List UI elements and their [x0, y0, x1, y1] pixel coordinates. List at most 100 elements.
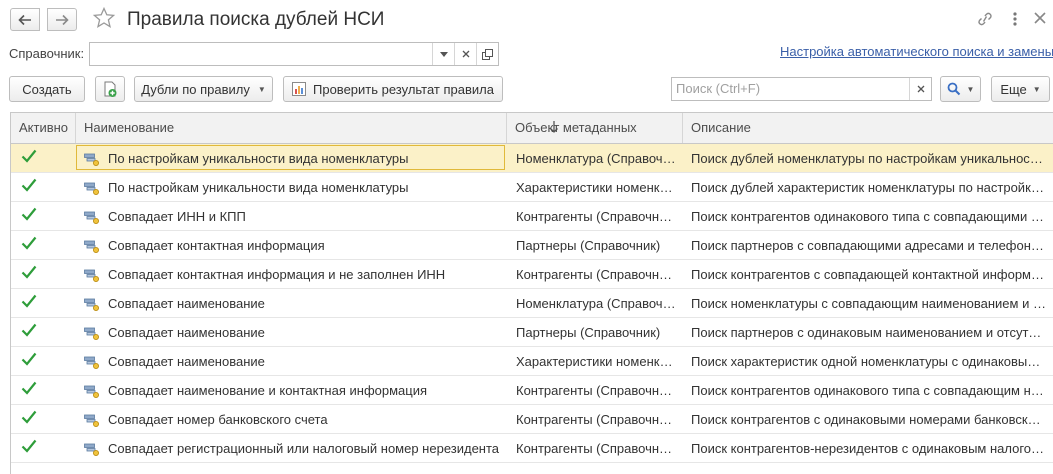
- cell-active[interactable]: [11, 347, 76, 376]
- cell-name[interactable]: Совпадает ИНН и КПП: [108, 202, 503, 231]
- search-field[interactable]: Поиск (Ctrl+F): [671, 77, 932, 101]
- cell-active[interactable]: [11, 405, 76, 434]
- cell-description[interactable]: Поиск партнеров с одинаковым наименовани…: [691, 318, 1046, 347]
- chevron-down-icon: ▼: [257, 84, 266, 94]
- check-rule-result-label: Проверить результат правила: [313, 81, 494, 97]
- cell-description[interactable]: Поиск контрагентов-нерезидентов с одинак…: [691, 434, 1046, 463]
- cell-active[interactable]: [11, 318, 76, 347]
- cell-active[interactable]: [11, 144, 76, 173]
- table-row[interactable]: Совпадает ИНН и КПП Контрагенты (Справочн…: [11, 202, 1053, 231]
- table-row[interactable]: Совпадает контактная информация Партнеры …: [11, 231, 1053, 260]
- cell-object[interactable]: Контрагенты (Справочник): [516, 376, 676, 405]
- cell-active[interactable]: [11, 173, 76, 202]
- favorite-star-button[interactable]: [92, 6, 116, 33]
- cell-active[interactable]: [11, 231, 76, 260]
- catalog-input[interactable]: [90, 43, 432, 65]
- rules-table[interactable]: Активно Наименование Объект метаданных О…: [10, 112, 1053, 474]
- column-header-active[interactable]: Активно: [11, 113, 76, 143]
- cell-active[interactable]: [11, 434, 76, 463]
- table-row[interactable]: Совпадает наименование Характеристики ном…: [11, 347, 1053, 376]
- cell-description[interactable]: Поиск контрагентов с совпадающей контакт…: [691, 260, 1046, 289]
- table-row[interactable]: Совпадает наименование Партнеры (Справочн…: [11, 318, 1053, 347]
- checkmark-icon: [21, 323, 37, 337]
- search-clear-button[interactable]: [909, 78, 931, 100]
- checkmark-icon: [21, 207, 37, 221]
- cell-name[interactable]: По настройкам уникальности вида номенкла…: [108, 144, 503, 173]
- table-row[interactable]: По настройкам уникальности вида номенкла…: [11, 144, 1053, 173]
- create-button[interactable]: Создать: [9, 76, 85, 102]
- arrow-right-icon: [56, 14, 69, 25]
- more-button[interactable]: Еще ▼: [991, 76, 1050, 102]
- cell-description[interactable]: Поиск дублей номенклатуры по настройкам …: [691, 144, 1046, 173]
- column-header-name[interactable]: Наименование: [76, 113, 558, 143]
- chevron-down-icon: ▼: [1032, 84, 1041, 94]
- chevron-down-icon: ▼: [966, 84, 975, 94]
- close-icon: [1034, 12, 1046, 24]
- table-row[interactable]: Совпадает наименование Номенклатура (Спра…: [11, 289, 1053, 318]
- create-copy-button[interactable]: [95, 76, 125, 102]
- cell-description[interactable]: Поиск партнеров с совпадающими адресами …: [691, 231, 1046, 260]
- more-actions-button[interactable]: [1010, 10, 1020, 28]
- open-window-icon: [482, 48, 493, 60]
- cell-object[interactable]: Характеристики номенклатуры (Справочник): [516, 347, 676, 376]
- cell-name[interactable]: Совпадает регистрационный или налоговый …: [108, 434, 503, 463]
- close-icon: [462, 50, 469, 58]
- cell-object[interactable]: Контрагенты (Справочник): [516, 202, 676, 231]
- catalog-field[interactable]: [89, 42, 499, 66]
- back-button[interactable]: [10, 8, 40, 31]
- column-header-description[interactable]: Описание: [683, 113, 1053, 143]
- cell-name[interactable]: Совпадает контактная информация и не зап…: [108, 260, 503, 289]
- check-rule-result-button[interactable]: Проверить результат правила: [283, 76, 503, 102]
- cell-object[interactable]: Контрагенты (Справочник): [516, 434, 676, 463]
- column-header-object[interactable]: Объект метаданных: [507, 113, 683, 143]
- catalog-dropdown-button[interactable]: [432, 43, 454, 65]
- checkmark-icon: [21, 439, 37, 453]
- cell-name[interactable]: По настройкам уникальности вида номенкла…: [108, 173, 503, 202]
- cell-description[interactable]: Поиск контрагентов одинакового типа с со…: [691, 202, 1046, 231]
- duplicate-rule-icon: [84, 356, 99, 369]
- cell-name[interactable]: Совпадает наименование и контактная инфо…: [108, 376, 503, 405]
- search-input[interactable]: Поиск (Ctrl+F): [672, 78, 909, 100]
- cell-name[interactable]: Совпадает наименование: [108, 318, 503, 347]
- cell-description[interactable]: Поиск номенклатуры с совпадающим наимено…: [691, 289, 1046, 318]
- cell-object[interactable]: Партнеры (Справочник): [516, 231, 676, 260]
- duplicates-by-rule-button[interactable]: Дубли по правилу ▼: [134, 76, 273, 102]
- cell-object[interactable]: Номенклатура (Справочник): [516, 144, 676, 173]
- duplicate-rule-icon: [84, 443, 99, 456]
- cell-description[interactable]: Поиск контрагентов одинакового типа с со…: [691, 376, 1046, 405]
- cell-name[interactable]: Совпадает наименование: [108, 289, 503, 318]
- search-options-button[interactable]: ▼: [940, 76, 981, 102]
- column-header-name-label: Наименование: [84, 120, 175, 135]
- forward-button[interactable]: [47, 8, 77, 31]
- cell-description[interactable]: Поиск характеристик одной номенклатуры с…: [691, 347, 1046, 376]
- cell-active[interactable]: [11, 260, 76, 289]
- star-icon: [92, 6, 116, 28]
- cell-object[interactable]: Характеристики номенклатуры (Справочник): [516, 173, 676, 202]
- checkmark-icon: [21, 236, 37, 250]
- cell-description[interactable]: Поиск контрагентов с одинаковыми номерам…: [691, 405, 1046, 434]
- cell-object[interactable]: Контрагенты (Справочник): [516, 405, 676, 434]
- cell-name[interactable]: Совпадает номер банковского счета: [108, 405, 503, 434]
- table-row[interactable]: Совпадает контактная информация и не зап…: [11, 260, 1053, 289]
- close-window-button[interactable]: [1033, 11, 1047, 28]
- cell-object[interactable]: Номенклатура (Справочник): [516, 289, 676, 318]
- table-row[interactable]: Совпадает номер банковского счета Контраг…: [11, 405, 1053, 434]
- page-title: Правила поиска дублей НСИ: [127, 9, 385, 30]
- cell-description[interactable]: Поиск дублей характеристик номенклатуры …: [691, 173, 1046, 202]
- cell-object[interactable]: Партнеры (Справочник): [516, 318, 676, 347]
- table-row[interactable]: По настройкам уникальности вида номенкла…: [11, 173, 1053, 202]
- table-row[interactable]: Совпадает наименование и контактная инфо…: [11, 376, 1053, 405]
- checkmark-icon: [21, 178, 37, 192]
- catalog-open-button[interactable]: [476, 43, 498, 65]
- cell-name[interactable]: Совпадает контактная информация: [108, 231, 503, 260]
- cell-active[interactable]: [11, 376, 76, 405]
- cell-active[interactable]: [11, 202, 76, 231]
- table-row[interactable]: Совпадает регистрационный или налоговый …: [11, 434, 1053, 463]
- cell-name[interactable]: Совпадает наименование: [108, 347, 503, 376]
- table-header: Активно Наименование Объект метаданных О…: [11, 113, 1053, 144]
- cell-object[interactable]: Контрагенты (Справочник): [516, 260, 676, 289]
- get-link-button[interactable]: [976, 11, 994, 30]
- cell-active[interactable]: [11, 289, 76, 318]
- catalog-clear-button[interactable]: [454, 43, 476, 65]
- auto-search-settings-link[interactable]: Настройка автоматического поиска и замен…: [780, 44, 1053, 59]
